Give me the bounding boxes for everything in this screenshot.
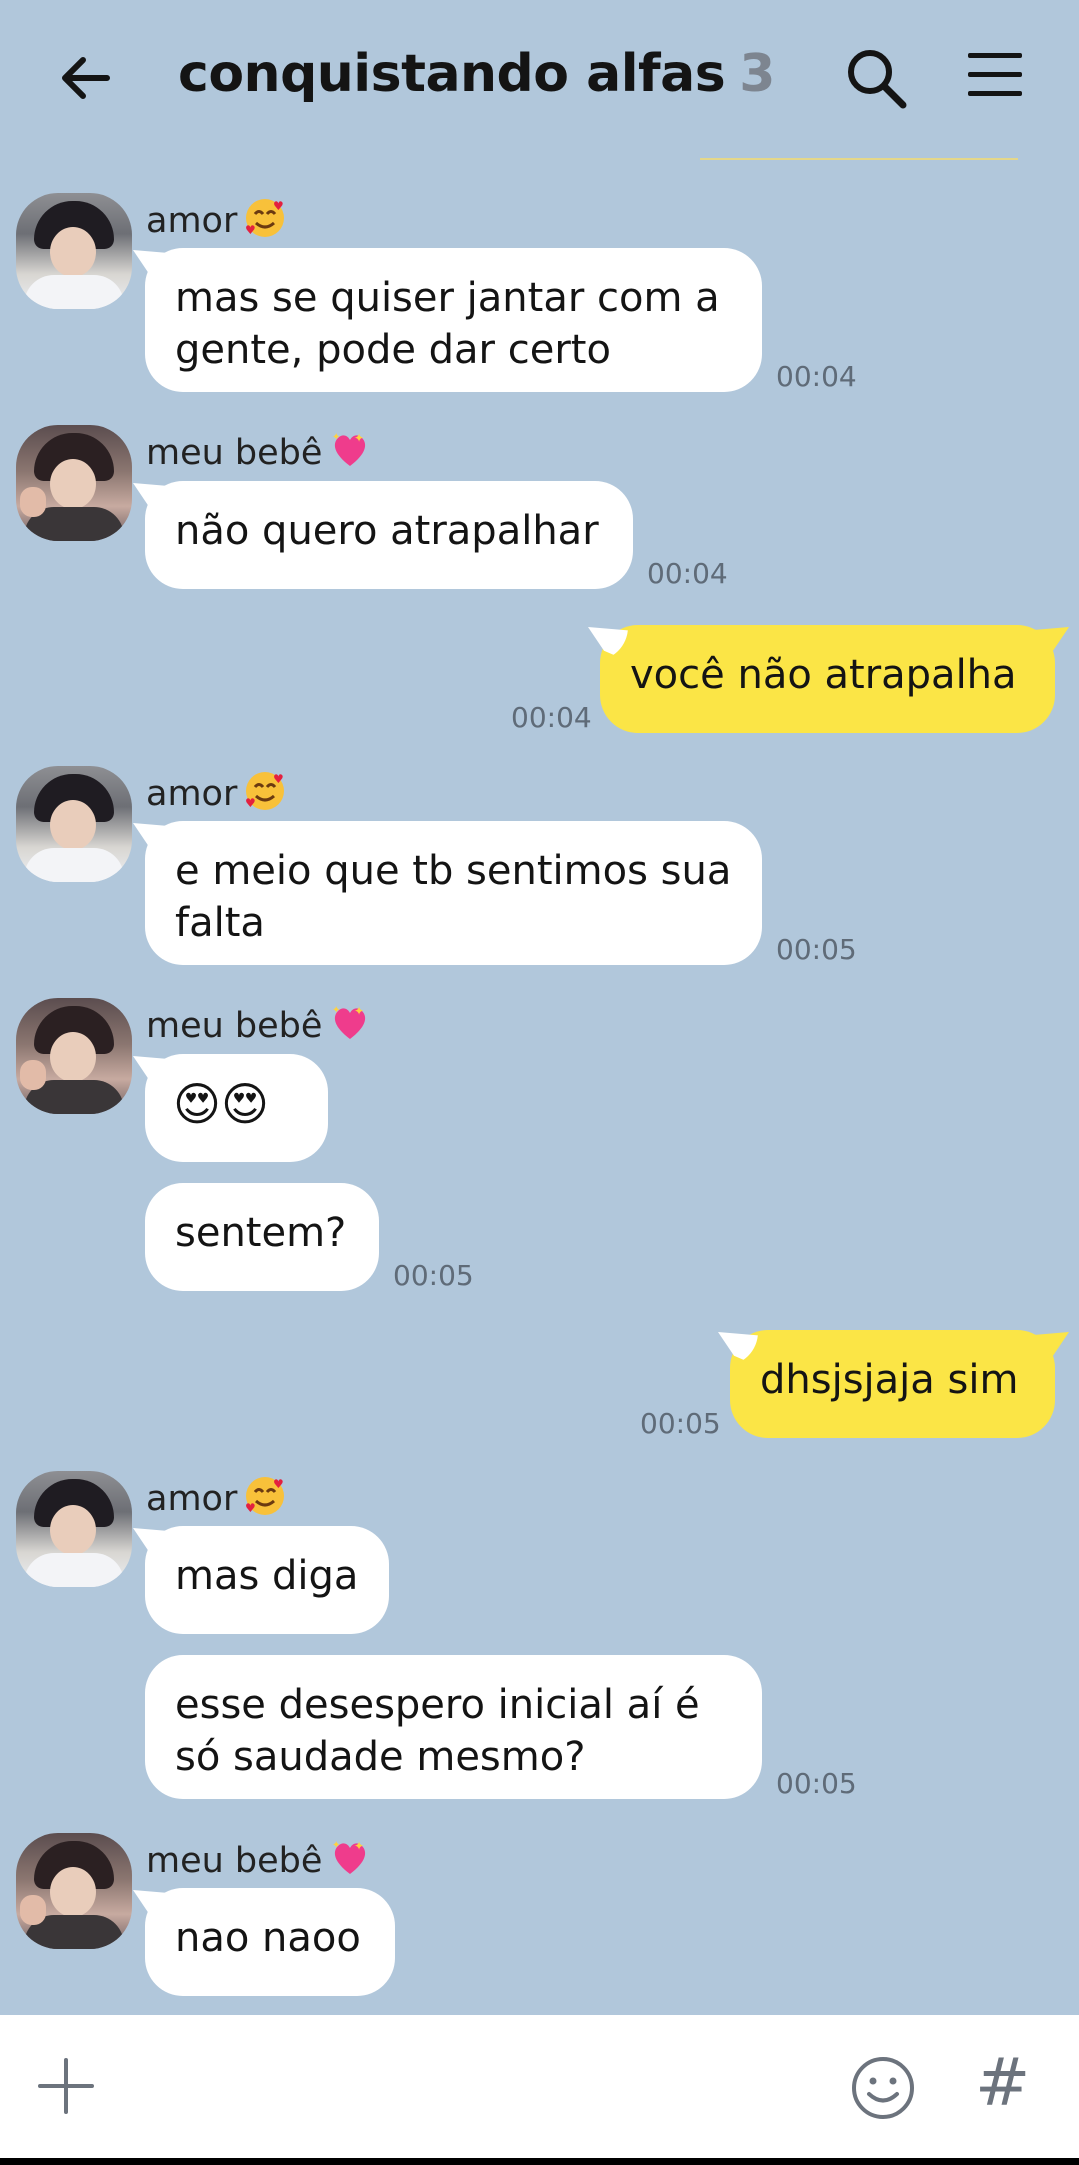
sender-name-text: amor	[146, 201, 238, 241]
my-message-bubble[interactable]: você não atrapalha	[600, 625, 1055, 733]
svg-text:♥: ♥	[245, 223, 256, 237]
sparkling-heart-icon: ✦✦	[332, 431, 366, 466]
message-text: dhsjsjaja sim	[760, 1357, 1019, 1403]
sender-name: meu bebê ✦ ✦	[146, 428, 372, 473]
emoji-message-bubble[interactable]: 😍😍	[145, 1054, 328, 1162]
svg-text:✦: ✦	[354, 1839, 364, 1853]
svg-text:♥: ♥	[273, 772, 284, 786]
chat-title-text: conquistando alfas	[178, 44, 726, 104]
message-bubble[interactable]: mas diga	[145, 1526, 389, 1634]
svg-text:✦: ✦	[332, 1005, 340, 1016]
message-time: 00:04	[647, 557, 728, 590]
message-time: 00:05	[640, 1407, 721, 1440]
svg-text:♥: ♥	[245, 796, 256, 810]
sender-name-text: meu bebê	[146, 1841, 323, 1881]
sender-name: amor ♥ ♥	[146, 1474, 287, 1519]
message-time: 00:05	[776, 933, 857, 966]
avatar-meu-bebe[interactable]	[16, 425, 132, 541]
back-arrow-icon[interactable]	[55, 46, 119, 110]
message-text: e meio que tb sentimos sua falta	[175, 848, 732, 946]
message-time: 00:05	[393, 1259, 474, 1292]
message-text: nao naoo	[175, 1915, 361, 1961]
svg-text:✦: ✦	[332, 1840, 340, 1851]
sender-name-text: meu bebê	[146, 1006, 323, 1046]
sender-name-text: meu bebê	[146, 433, 323, 473]
svg-text:♥: ♥	[273, 199, 284, 213]
smiling-face-with-hearts-icon: ♥♥	[245, 199, 285, 237]
avatar-amor[interactable]	[16, 193, 132, 309]
avatar-meu-bebe[interactable]	[16, 1833, 132, 1949]
member-count: 3	[739, 44, 775, 104]
message-bubble[interactable]: sentem?	[145, 1183, 379, 1291]
message-text: sentem?	[175, 1210, 347, 1256]
message-time: 00:04	[511, 701, 592, 734]
bottom-edge	[0, 2158, 1079, 2165]
header-divider	[700, 158, 1018, 160]
sparkling-heart-icon: ✦✦	[332, 1004, 366, 1039]
sender-name-text: amor	[146, 1479, 238, 1519]
message-text: 😍😍	[173, 1077, 269, 1131]
search-icon[interactable]	[843, 45, 909, 111]
message-time: 00:04	[776, 360, 857, 393]
sparkling-heart-icon: ✦✦	[332, 1839, 366, 1874]
avatar-meu-bebe[interactable]	[16, 998, 132, 1114]
sender-name: amor ♥ ♥	[146, 769, 287, 814]
svg-text:♥: ♥	[273, 1477, 284, 1491]
message-bubble[interactable]: esse desespero inicial aí é só saudade m…	[145, 1655, 762, 1799]
message-bubble[interactable]: nao naoo	[145, 1888, 395, 1996]
svg-text:✦: ✦	[354, 431, 364, 445]
message-input-bar[interactable]	[0, 2015, 1079, 2160]
svg-text:♥: ♥	[245, 1501, 256, 1515]
message-text: não quero atrapalhar	[175, 508, 599, 554]
sender-name: meu bebê ✦ ✦	[146, 1836, 372, 1881]
menu-icon[interactable]	[966, 50, 1024, 100]
my-message-bubble[interactable]: dhsjsjaja sim	[730, 1330, 1055, 1438]
smiling-face-with-hearts-icon: ♥♥	[245, 772, 285, 810]
message-text: você não atrapalha	[630, 652, 1017, 698]
chat-header: conquistando alfas 3	[0, 0, 1079, 160]
svg-text:✦: ✦	[354, 1004, 364, 1018]
message-bubble[interactable]: mas se quiser jantar com a gente, pode d…	[145, 248, 762, 392]
message-bubble[interactable]: não quero atrapalhar	[145, 481, 633, 589]
message-bubble[interactable]: e meio que tb sentimos sua falta	[145, 821, 762, 965]
chat-title: conquistando alfas 3	[178, 44, 775, 104]
svg-text:✦: ✦	[332, 432, 340, 443]
avatar-amor[interactable]	[16, 766, 132, 882]
smiley-icon[interactable]	[850, 2055, 916, 2121]
sender-name: amor ♥ ♥	[146, 196, 287, 241]
message-text: mas diga	[175, 1553, 359, 1599]
sender-name: meu bebê ✦ ✦	[146, 1001, 372, 1046]
plus-icon[interactable]	[38, 2058, 94, 2114]
sender-name-text: amor	[146, 774, 238, 814]
message-text: mas se quiser jantar com a gente, pode d…	[175, 275, 720, 373]
hashtag-button[interactable]: #	[975, 2048, 1030, 2118]
avatar-amor[interactable]	[16, 1471, 132, 1587]
message-time: 00:05	[776, 1767, 857, 1800]
smiling-face-with-hearts-icon: ♥♥	[245, 1477, 285, 1515]
message-text: esse desespero inicial aí é só saudade m…	[175, 1682, 700, 1780]
